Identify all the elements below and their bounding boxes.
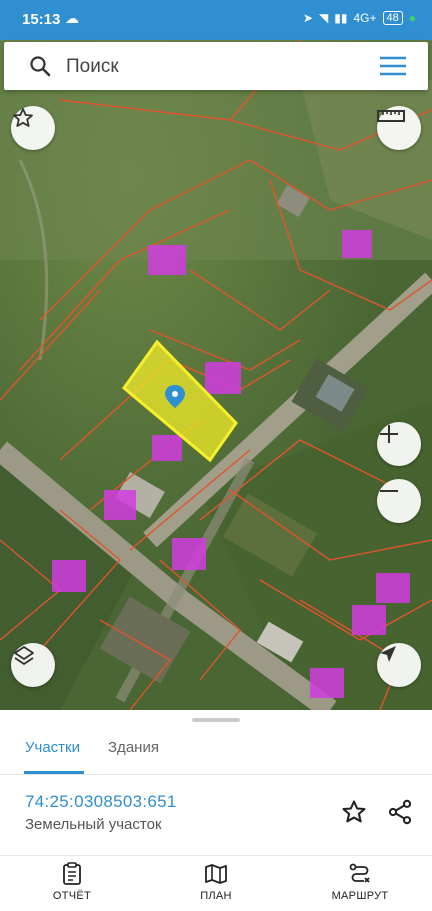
map-canvas — [0, 40, 432, 710]
status-time: 15:13 — [22, 11, 61, 28]
bottom-navigation: ОТЧЁТ ПЛАН МАРШРУТ — [0, 855, 432, 911]
favorites-button[interactable] — [11, 106, 55, 150]
cloud-icon: ☁ — [65, 10, 79, 26]
sheet-drag-handle[interactable] — [192, 718, 240, 722]
battery-indicator: 48 — [382, 11, 403, 25]
star-outline-icon[interactable] — [340, 798, 368, 826]
parcel-type: Земельный участок — [25, 816, 162, 833]
zoom-out-button[interactable] — [377, 479, 421, 523]
star-outline-icon — [13, 108, 33, 127]
search-icon — [30, 56, 51, 77]
active-tab-indicator — [24, 771, 84, 774]
zoom-in-button[interactable] — [377, 422, 421, 466]
nav-plan[interactable]: ПЛАН — [171, 862, 261, 902]
share-icon[interactable] — [386, 798, 414, 826]
route-icon — [349, 863, 370, 883]
search-input[interactable] — [64, 52, 368, 82]
nav-report-label: ОТЧЁТ — [52, 890, 92, 902]
minus-icon — [380, 490, 398, 492]
my-location-button[interactable] — [377, 643, 421, 687]
status-bar: 15:13 ☁ ➤ ◥ ▮▮ 4G+ 48 ● — [0, 0, 432, 40]
plus-icon — [380, 425, 398, 443]
nav-route[interactable]: МАРШРУТ — [315, 862, 405, 902]
signal-icon: ▮▮ — [334, 11, 348, 25]
nav-report[interactable]: ОТЧЁТ — [27, 862, 117, 902]
tab-buildings[interactable]: Здания — [108, 739, 159, 756]
charging-dot-icon: ● — [408, 11, 416, 25]
ruler-icon — [377, 110, 405, 122]
status-icons: ➤ ◥ ▮▮ 4G+ 48 ● — [303, 11, 416, 25]
cadastral-number[interactable]: 74:25:0308503:651 — [25, 792, 177, 812]
layers-button[interactable] — [11, 643, 55, 687]
nav-plan-label: ПЛАН — [200, 890, 232, 902]
sheet-tabs: Участки Здания — [0, 724, 432, 775]
ruler-button[interactable] — [377, 106, 421, 150]
search-bar — [4, 42, 428, 90]
satellite-map[interactable] — [0, 40, 432, 710]
map-icon — [205, 864, 227, 884]
tab-parcels[interactable]: Участки — [25, 739, 80, 756]
hamburger-menu-icon[interactable] — [380, 56, 406, 76]
wifi-icon: ◥ — [319, 11, 329, 25]
clipboard-icon — [63, 862, 81, 885]
network-type: 4G+ — [353, 11, 377, 25]
navigation-arrow-icon — [380, 646, 396, 662]
nav-route-label: МАРШРУТ — [331, 890, 389, 902]
location-icon: ➤ — [302, 11, 314, 25]
layers-icon — [14, 646, 34, 665]
